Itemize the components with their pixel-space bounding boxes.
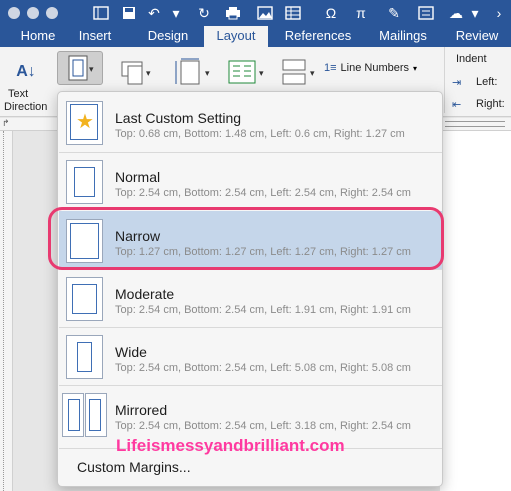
last-custom-margins-icon: ★ bbox=[66, 101, 103, 145]
tab-insert[interactable]: Insert bbox=[70, 26, 120, 47]
menu-item-title: Mirrored bbox=[115, 402, 168, 418]
tab-mailings[interactable]: Mailings bbox=[372, 26, 434, 47]
margins-button[interactable]: ▾ bbox=[57, 51, 103, 85]
svg-text:▾: ▾ bbox=[310, 68, 315, 78]
wide-margins-icon bbox=[66, 335, 103, 379]
line-numbers-dropdown-icon: ▾ bbox=[413, 63, 418, 73]
breaks-icon: ▾ bbox=[282, 59, 315, 85]
format-painter-icon[interactable]: ✎ bbox=[385, 4, 403, 22]
margins-icon: ▾ bbox=[68, 55, 94, 81]
title-bar: ↶ ▾ ↻ Ω π ✎ ☁ ▾ › bbox=[0, 0, 511, 26]
custom-margins-item[interactable]: Custom Margins... bbox=[77, 459, 191, 475]
print-icon[interactable] bbox=[224, 4, 242, 22]
orientation-icon: ▾ bbox=[121, 61, 151, 85]
menu-item-last-custom-setting[interactable]: ★ Last Custom Setting Top: 0.68 cm, Bott… bbox=[59, 93, 442, 151]
line-numbers-label: Line Numbers bbox=[340, 62, 410, 74]
tab-home[interactable]: Home bbox=[10, 26, 66, 47]
svg-text:▾: ▾ bbox=[89, 64, 94, 74]
svg-text:▾: ▾ bbox=[259, 68, 264, 78]
ribbon-tab-bar: Home Insert Design Layout References Mai… bbox=[0, 26, 511, 47]
columns-button[interactable]: ▾ bbox=[224, 55, 272, 89]
text-box-icon[interactable] bbox=[417, 4, 435, 22]
picture-icon[interactable] bbox=[256, 4, 274, 22]
indent-right-label[interactable]: Right: bbox=[476, 98, 505, 110]
close-window-button[interactable] bbox=[8, 7, 20, 19]
sidebar-toggle-icon[interactable] bbox=[92, 4, 110, 22]
narrow-highlight-ring bbox=[48, 207, 444, 270]
omega-symbol-icon[interactable]: Ω bbox=[322, 4, 340, 22]
tab-stop-icon[interactable]: ↱ bbox=[2, 118, 10, 129]
tab-review[interactable]: Review bbox=[450, 26, 504, 47]
menu-item-description: Top: 2.54 cm, Bottom: 2.54 cm, Left: 3.1… bbox=[115, 420, 411, 432]
undo-icon[interactable]: ↶ bbox=[145, 4, 163, 22]
mirrored-margins-icon bbox=[62, 393, 108, 437]
text-direction-icon: A↓ bbox=[16, 63, 36, 80]
shapes-dropdown-icon[interactable]: ▾ bbox=[466, 4, 484, 22]
menu-item-description: Top: 0.68 cm, Bottom: 1.48 cm, Left: 0.6… bbox=[115, 128, 405, 140]
normal-margins-icon bbox=[66, 160, 103, 204]
shapes-icon[interactable]: ☁ bbox=[447, 4, 465, 22]
star-icon: ★ bbox=[76, 111, 94, 133]
ruler-ticks-vertical bbox=[3, 131, 9, 491]
menu-item-normal[interactable]: Normal Top: 2.54 cm, Bottom: 2.54 cm, Le… bbox=[59, 152, 442, 210]
size-icon: ▾ bbox=[175, 58, 210, 85]
margins-menu: ★ Last Custom Setting Top: 0.68 cm, Bott… bbox=[57, 91, 443, 487]
svg-text:▾: ▾ bbox=[146, 68, 151, 78]
text-direction-label-2: Direction bbox=[4, 101, 48, 113]
menu-item-moderate[interactable]: Moderate Top: 2.54 cm, Bottom: 2.54 cm, … bbox=[59, 269, 442, 327]
menu-item-title: Wide bbox=[115, 344, 147, 360]
text-direction-button[interactable]: A↓ bbox=[6, 55, 46, 89]
more-commands-icon[interactable]: › bbox=[490, 4, 508, 22]
document-page[interactable] bbox=[440, 131, 511, 491]
svg-text:▾: ▾ bbox=[205, 68, 210, 78]
orientation-button[interactable]: ▾ bbox=[116, 55, 158, 89]
pi-equation-icon[interactable]: π bbox=[352, 4, 370, 22]
indent-left-label[interactable]: Left: bbox=[476, 76, 497, 88]
menu-item-title: Moderate bbox=[115, 286, 175, 302]
table-icon[interactable] bbox=[284, 4, 302, 22]
ruler-ticks bbox=[445, 121, 505, 127]
menu-item-description: Top: 2.54 cm, Bottom: 2.54 cm, Left: 1.9… bbox=[115, 304, 411, 316]
menu-item-description: Top: 2.54 cm, Bottom: 2.54 cm, Left: 5.0… bbox=[115, 362, 411, 374]
ribbon-divider bbox=[444, 47, 445, 113]
watermark: Lifeismessyandbrilliant.com bbox=[116, 436, 345, 455]
moderate-margins-icon bbox=[66, 277, 103, 321]
menu-item-title: Normal bbox=[115, 169, 161, 185]
minimize-window-button[interactable] bbox=[27, 7, 39, 19]
indent-left-icon: ⇥ bbox=[452, 77, 462, 89]
undo-dropdown-icon[interactable]: ▾ bbox=[167, 4, 185, 22]
text-direction-label-1: Text bbox=[8, 88, 29, 100]
indent-right-icon: ⇤ bbox=[452, 99, 462, 111]
indent-group-label: Indent bbox=[456, 53, 487, 65]
tab-layout[interactable]: Layout bbox=[204, 26, 268, 47]
tab-design[interactable]: Design bbox=[140, 26, 196, 47]
menu-item-title: Last Custom Setting bbox=[115, 110, 242, 126]
line-numbers-icon: 1≡ bbox=[324, 62, 337, 74]
redo-icon[interactable]: ↻ bbox=[195, 4, 213, 22]
menu-item-description: Top: 2.54 cm, Bottom: 2.54 cm, Left: 2.5… bbox=[115, 187, 411, 199]
vertical-ruler[interactable] bbox=[0, 131, 13, 491]
save-icon[interactable] bbox=[120, 4, 138, 22]
line-numbers-button[interactable]: 1≡ Line Numbers ▾ bbox=[324, 59, 434, 77]
tab-references[interactable]: References bbox=[278, 26, 358, 47]
columns-icon: ▾ bbox=[228, 60, 264, 84]
size-button[interactable]: ▾ bbox=[170, 55, 218, 89]
zoom-window-button[interactable] bbox=[46, 7, 58, 19]
menu-item-wide[interactable]: Wide Top: 2.54 cm, Bottom: 2.54 cm, Left… bbox=[59, 327, 442, 385]
breaks-button[interactable]: ▾ bbox=[278, 55, 322, 89]
menu-item-mirrored[interactable]: Mirrored Top: 2.54 cm, Bottom: 2.54 cm, … bbox=[59, 385, 442, 443]
